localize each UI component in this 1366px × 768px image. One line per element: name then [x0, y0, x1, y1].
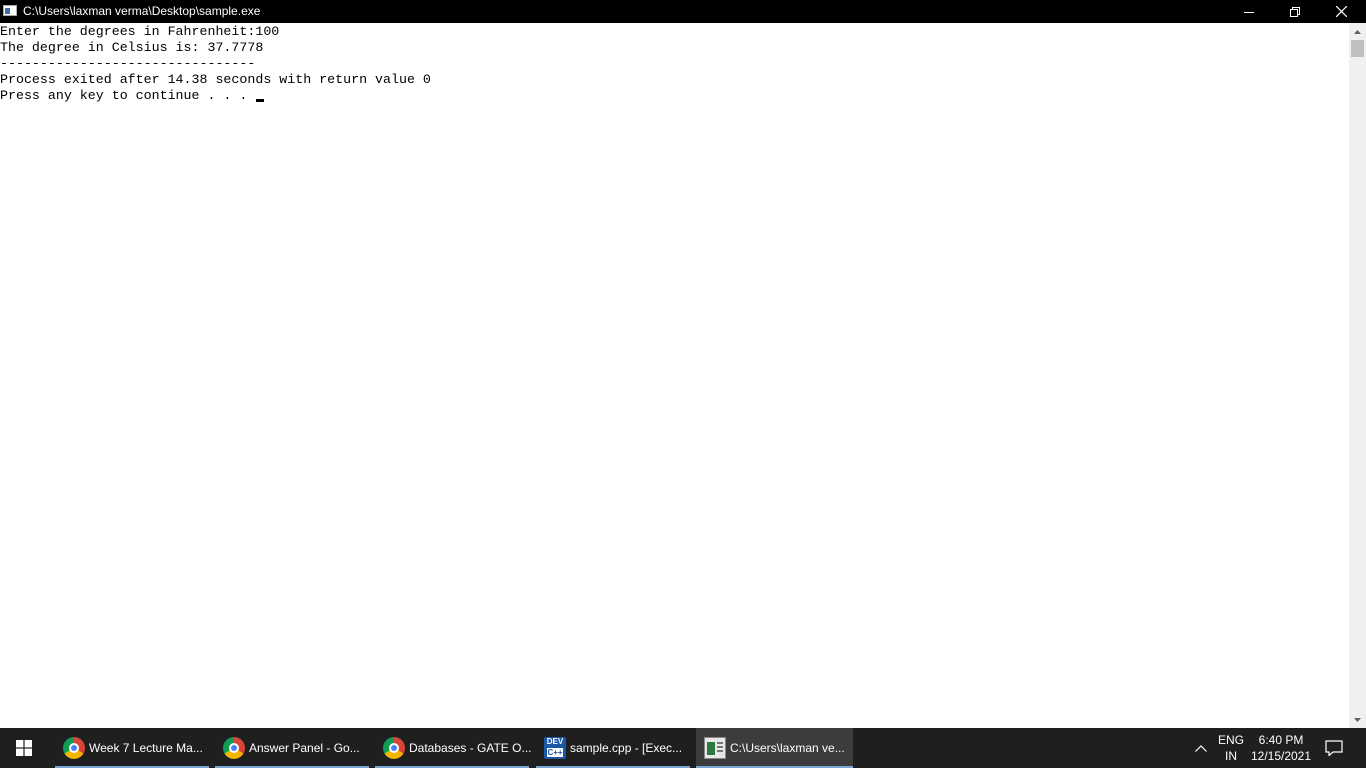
- console-line: The degree in Celsius is: 37.7778: [0, 40, 264, 55]
- taskbar-item-week7[interactable]: Week 7 Lecture Ma...: [55, 728, 209, 768]
- close-button[interactable]: [1318, 0, 1364, 23]
- taskbar-item-databases[interactable]: Databases - GATE O...: [375, 728, 532, 768]
- console-line: Process exited after 14.38 seconds with …: [0, 72, 431, 87]
- taskbar-item-devcpp[interactable]: DEV C++ sample.cpp - [Exec...: [536, 728, 690, 768]
- taskbar-item-label: sample.cpp - [Exec...: [570, 741, 683, 755]
- notification-icon: [1325, 740, 1343, 756]
- console-line: Enter the degrees in Fahrenheit:100: [0, 24, 280, 39]
- window-title: C:\Users\laxman verma\Desktop\sample.exe: [23, 4, 261, 18]
- console-output-area[interactable]: Enter the degrees in Fahrenheit:100 The …: [0, 23, 1349, 728]
- devcpp-icon-text: C++: [547, 748, 563, 757]
- close-icon: [1335, 6, 1347, 17]
- chrome-icon: [223, 737, 245, 759]
- chevron-down-icon: [1354, 717, 1361, 722]
- system-clock[interactable]: 6:40 PM 12/15/2021: [1250, 732, 1312, 764]
- window-titlebar[interactable]: C:\Users\laxman verma\Desktop\sample.exe: [0, 0, 1366, 23]
- chevron-up-icon: [1195, 744, 1207, 752]
- input-language-indicator[interactable]: ENG IN: [1215, 732, 1247, 764]
- taskbar-item-answer-panel[interactable]: Answer Panel - Go...: [215, 728, 369, 768]
- vertical-scrollbar[interactable]: [1349, 23, 1366, 728]
- restore-button[interactable]: [1272, 0, 1318, 23]
- console-app-icon: [704, 737, 726, 759]
- action-center-button[interactable]: [1320, 728, 1348, 768]
- console-line: --------------------------------: [0, 56, 256, 71]
- start-button[interactable]: [0, 728, 48, 768]
- minimize-button[interactable]: [1226, 0, 1272, 23]
- taskbar-item-label: Databases - GATE O...: [409, 741, 532, 755]
- scroll-thumb[interactable]: [1351, 40, 1364, 57]
- clock-time: 6:40 PM: [1258, 733, 1304, 747]
- scroll-up-button[interactable]: [1349, 23, 1366, 40]
- console-line: Press any key to continue . . .: [0, 88, 256, 103]
- scroll-down-button[interactable]: [1349, 711, 1366, 728]
- devcpp-icon: DEV C++: [544, 737, 566, 759]
- console-app-icon: [3, 5, 17, 16]
- clock-date: 12/15/2021: [1250, 749, 1312, 763]
- language-code: ENG: [1217, 733, 1244, 747]
- devcpp-icon-text: DEV: [546, 737, 564, 746]
- show-hidden-icons-button[interactable]: [1190, 728, 1212, 768]
- minimize-icon: [1244, 11, 1254, 13]
- taskbar-item-console[interactable]: C:\Users\laxman ve...: [696, 728, 853, 768]
- windows-logo-icon: [16, 740, 32, 756]
- chrome-icon: [383, 737, 405, 759]
- taskbar-item-label: Answer Panel - Go...: [249, 741, 360, 755]
- taskbar-item-label: C:\Users\laxman ve...: [730, 741, 845, 755]
- taskbar-item-label: Week 7 Lecture Ma...: [89, 741, 203, 755]
- taskbar: Week 7 Lecture Ma... Answer Panel - Go..…: [0, 728, 1366, 768]
- region-code: IN: [1225, 749, 1237, 763]
- chevron-up-icon: [1354, 29, 1361, 34]
- text-cursor: [256, 99, 264, 102]
- restore-icon: [1290, 6, 1300, 17]
- chrome-icon: [63, 737, 85, 759]
